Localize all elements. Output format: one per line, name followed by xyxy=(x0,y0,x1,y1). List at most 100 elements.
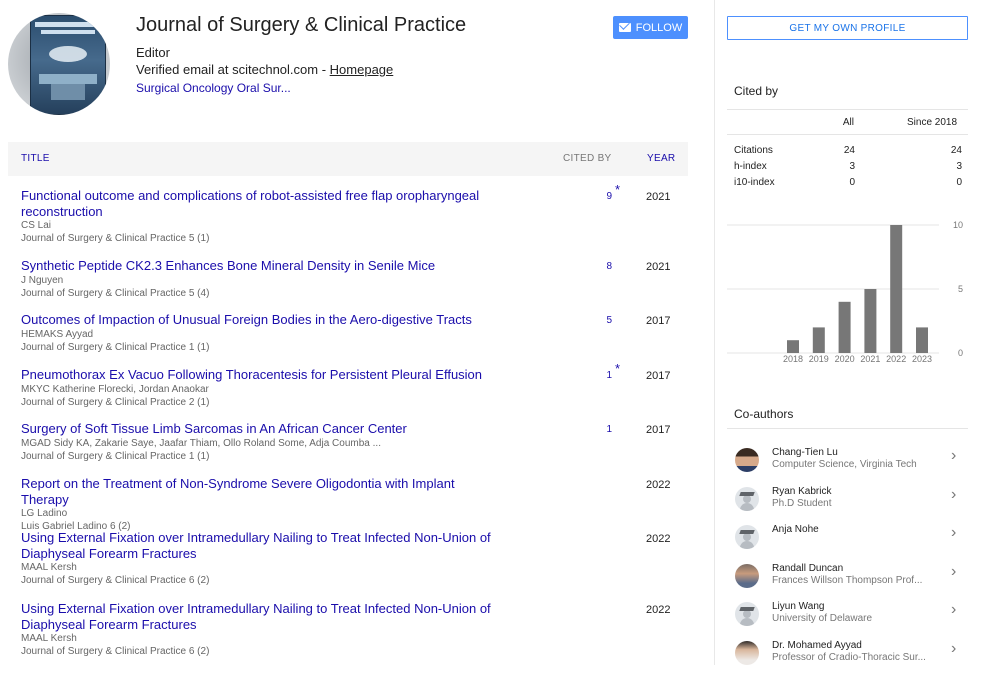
article-authors: CS Lai xyxy=(21,220,52,231)
coauthor-name: Liyun Wang xyxy=(772,601,825,613)
cited-by-count-link[interactable]: 1 xyxy=(578,424,612,435)
coauthor-affiliation: Ph.D Student xyxy=(772,497,832,509)
coauthor-item[interactable]: Ryan Kabrick Ph.D Student › xyxy=(727,484,968,522)
col-since-header: Since 2018 xyxy=(907,117,958,128)
article-title-link[interactable]: Outcomes of Impaction of Unusual Foreign… xyxy=(21,312,501,328)
coauthor-item[interactable]: Dr. Mohamed Ayyad Professor of Cradio-Tho… xyxy=(727,638,968,676)
article-authors: MGAD Sidy KA, Zakarie Saye, Jaafar Thiam… xyxy=(21,437,381,449)
metric-label: i10-index xyxy=(734,177,775,188)
article-title-link[interactable]: Synthetic Peptide CK2.3 Enhances Bone Mi… xyxy=(21,258,501,274)
article-venue: Journal of Surgery & Clinical Practice 5… xyxy=(21,287,210,299)
article-title-link[interactable]: Using External Fixation over Intramedull… xyxy=(21,601,501,632)
cited-by-count-link[interactable]: 9 xyxy=(578,191,612,202)
metric-all: 3 xyxy=(849,161,855,172)
coauthor-affiliation: Frances Willson Thompson Prof... xyxy=(772,574,923,586)
chart-bar[interactable] xyxy=(787,340,799,353)
chevron-right-icon: › xyxy=(951,601,957,619)
get-my-own-profile-button[interactable]: GET MY OWN PROFILE xyxy=(727,16,968,40)
article-authors: LG Ladino xyxy=(21,508,68,519)
merged-citations-marker[interactable]: * xyxy=(615,361,620,376)
divider xyxy=(727,428,968,429)
coauthor-avatar xyxy=(735,486,759,511)
x-tick-label: 2018 xyxy=(783,354,803,364)
coauthor-item[interactable]: Liyun Wang University of Delaware › xyxy=(727,599,968,637)
chart-bar[interactable] xyxy=(916,327,928,353)
chevron-right-icon: › xyxy=(951,485,957,503)
journal-cover-image xyxy=(30,15,106,115)
article-row: Pneumothorax Ex Vacuo Following Thoracen… xyxy=(8,361,670,409)
article-venue: Journal of Surgery & Clinical Practice 6… xyxy=(21,575,210,586)
article-venue: Journal of Surgery & Clinical Practice 1… xyxy=(21,450,210,462)
chevron-right-icon: › xyxy=(951,524,957,542)
cited-by-count-link[interactable]: 8 xyxy=(578,261,612,272)
follow-button[interactable]: FOLLOW xyxy=(613,16,688,39)
article-year: 2017 xyxy=(646,370,671,382)
coauthor-item[interactable]: Anja Nohe › xyxy=(727,522,968,560)
article-title-link[interactable]: Functional outcome and complications of … xyxy=(21,188,501,219)
metric-label: Citations xyxy=(734,145,773,156)
coauthors-title: Co-authors xyxy=(734,407,794,421)
coauthor-avatar xyxy=(735,563,759,588)
article-title-link[interactable]: Using External Fixation over Intramedull… xyxy=(21,530,501,561)
article-row: Synthetic Peptide CK2.3 Enhances Bone Mi… xyxy=(8,258,670,300)
graduation-cap-icon xyxy=(739,530,755,535)
x-tick-label: 2021 xyxy=(860,354,880,364)
cited-by-count-link[interactable]: 1 xyxy=(578,370,612,381)
coauthor-item[interactable]: Chang-Tien Lu Computer Science, Virginia … xyxy=(727,445,968,483)
research-interests-link[interactable]: Surgical Oncology Oral Sur... xyxy=(136,81,291,95)
x-tick-label: 2022 xyxy=(886,354,906,364)
article-authors: MKYC Katherine Florecki, Jordan Anaokar xyxy=(21,383,209,395)
coauthor-affiliation: Professor of Cradio-Thoracic Sur... xyxy=(772,652,926,663)
x-tick-label: 2019 xyxy=(809,354,829,364)
article-row: Using External Fixation over Intramedull… xyxy=(8,530,670,587)
y-tick-label: 0 xyxy=(958,348,963,358)
chart-bar[interactable] xyxy=(812,327,825,353)
homepage-link[interactable]: Homepage xyxy=(330,62,394,77)
article-authors: HEMAKS Ayyad xyxy=(21,328,94,340)
verified-email-text: Verified email at scitechnol.com - xyxy=(136,62,327,77)
citations-per-year-chart: 0 5 10 2018 2019 2020 2021 2022 2023 xyxy=(727,220,963,364)
profile-affiliation: Editor xyxy=(136,45,170,60)
col-all-header: All xyxy=(842,117,854,128)
article-year: 2017 xyxy=(646,315,671,327)
merged-citations-marker[interactable]: * xyxy=(615,182,620,197)
sidebar-divider xyxy=(714,0,715,665)
article-title-link[interactable]: Pneumothorax Ex Vacuo Following Thoracen… xyxy=(21,367,501,383)
coauthor-name: Randall Duncan xyxy=(772,562,844,574)
chart-bar[interactable] xyxy=(890,225,903,353)
coauthor-affiliation: Computer Science, Virginia Tech xyxy=(772,459,917,470)
mail-icon xyxy=(618,23,631,32)
article-authors: J Nguyen xyxy=(21,274,64,286)
y-tick-label: 5 xyxy=(958,284,963,294)
coauthor-affiliation: University of Delaware xyxy=(772,613,873,625)
profile-avatar xyxy=(8,13,110,115)
article-year: 2022 xyxy=(646,604,671,616)
graduation-cap-icon xyxy=(739,607,755,612)
sort-by-year[interactable]: YEAR xyxy=(647,153,675,164)
article-year: 2017 xyxy=(646,424,671,436)
article-year: 2022 xyxy=(646,533,671,545)
cited-by-count-link[interactable]: 5 xyxy=(578,315,612,326)
chart-bar[interactable] xyxy=(864,289,877,353)
article-title-link[interactable]: Report on the Treatment of Non-Syndrome … xyxy=(21,476,501,507)
metric-all: 24 xyxy=(843,145,855,156)
coauthor-item[interactable]: Randall Duncan Frances Willson Thompson P… xyxy=(727,561,968,599)
metric-all: 0 xyxy=(849,177,855,188)
article-row: Functional outcome and complications of … xyxy=(8,182,670,245)
coauthor-name: Anja Nohe xyxy=(772,524,819,536)
coauthor-avatar xyxy=(735,641,759,665)
article-venue: Journal of Surgery & Clinical Practice 6… xyxy=(21,646,210,657)
article-title-link[interactable]: Surgery of Soft Tissue Limb Sarcomas in … xyxy=(21,421,501,437)
metric-since: 3 xyxy=(956,161,962,172)
coauthor-name: Ryan Kabrick xyxy=(772,485,832,497)
chart-bar[interactable] xyxy=(838,301,851,353)
sort-by-cited[interactable]: CITED BY xyxy=(563,153,612,164)
article-venue: Journal of Surgery & Clinical Practice 5… xyxy=(21,233,210,244)
article-authors: MAAL Kersh xyxy=(21,633,77,644)
article-row: Report on the Treatment of Non-Syndrome … xyxy=(8,476,670,533)
article-row: Surgery of Soft Tissue Limb Sarcomas in … xyxy=(8,421,670,463)
article-row: Outcomes of Impaction of Unusual Foreign… xyxy=(8,312,670,354)
divider xyxy=(727,109,968,110)
chevron-right-icon: › xyxy=(951,562,957,580)
sort-by-title[interactable]: TITLE xyxy=(21,153,50,164)
